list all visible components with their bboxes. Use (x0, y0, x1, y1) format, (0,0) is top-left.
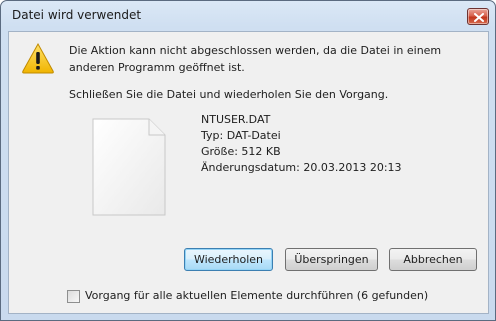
file-modified: Änderungsdatum: 20.03.2013 20:13 (201, 161, 402, 174)
apply-to-all-label[interactable]: Vorgang für alle aktuellen Elemente durc… (85, 289, 428, 302)
title-bar[interactable]: Datei wird verwendet (1, 1, 495, 31)
cancel-button[interactable]: Abbrechen (389, 248, 477, 271)
instruction-message: Schließen Sie die Datei und wiederholen … (69, 88, 389, 101)
file-details: NTUSER.DAT Typ: DAT-Datei Größe: 512 KB … (201, 112, 402, 176)
close-button[interactable] (467, 8, 489, 25)
apply-to-all-checkbox[interactable] (67, 290, 80, 303)
warning-icon (22, 42, 54, 74)
retry-button[interactable]: Wiederholen (184, 248, 273, 271)
window-title: Datei wird verwendet (12, 8, 142, 22)
skip-button[interactable]: Überspringen (285, 248, 378, 271)
file-name: NTUSER.DAT (201, 113, 271, 126)
dialog-window: Datei wird verwendet Die Aktion kann nic… (0, 0, 496, 321)
error-message: Die Aktion kann nicht abgeschlossen werd… (69, 44, 442, 74)
file-size: Größe: 512 KB (201, 145, 281, 158)
dialog-content: Die Aktion kann nicht abgeschlossen werd… (8, 31, 489, 314)
file-type: Typ: DAT-Datei (201, 129, 281, 142)
file-icon (92, 118, 166, 216)
close-icon (474, 13, 484, 22)
